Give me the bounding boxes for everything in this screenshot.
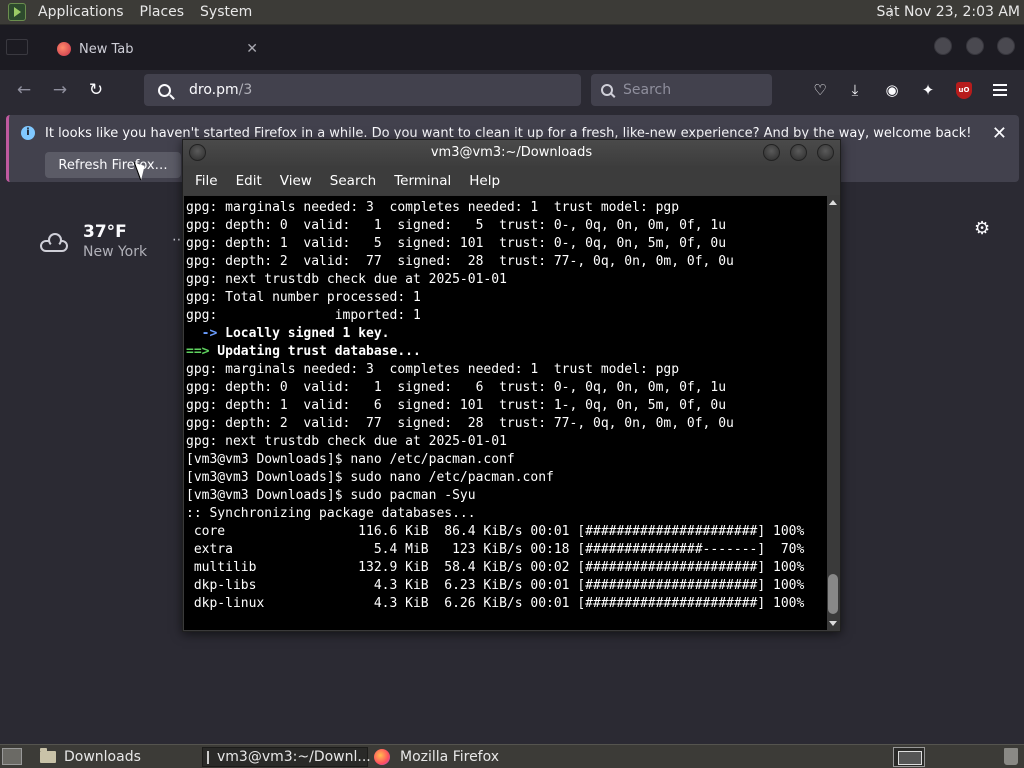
system-menu[interactable]: System	[192, 4, 260, 20]
close-notification-icon[interactable]: ✕	[992, 123, 1007, 144]
info-icon: i	[21, 126, 35, 140]
terminal-line: [vm3@vm3 Downloads]$ sudo nano /etc/pacm…	[186, 470, 554, 485]
account-icon[interactable]: ◉	[880, 78, 904, 102]
terminal-line: extra 5.4 MiB 123 KiB/s 00:18 [#########…	[186, 542, 805, 557]
distro-logo-icon[interactable]	[8, 3, 26, 21]
forward-arrow-icon[interactable]: →	[48, 78, 72, 102]
search-placeholder: Search	[623, 82, 672, 98]
terminal-title: vm3@vm3:~/Downloads	[430, 145, 593, 160]
terminal-line: gpg: depth: 2 valid: 77 signed: 28 trust…	[186, 416, 734, 431]
window-menu-button[interactable]	[189, 144, 206, 161]
close-button[interactable]	[817, 144, 834, 161]
menu-view[interactable]: View	[271, 173, 321, 189]
terminal-line: dkp-linux 4.3 KiB 6.26 KiB/s 00:01 [####…	[186, 596, 805, 611]
tab-new-tab[interactable]: New Tab ✕	[45, 34, 270, 64]
clock[interactable]: Sat Nov 23, 2:03 AM	[877, 4, 1020, 20]
maximize-window-button[interactable]	[966, 37, 984, 55]
workspace-switcher[interactable]	[893, 747, 925, 767]
scroll-up-icon[interactable]	[829, 200, 837, 205]
weather-city: New York	[83, 244, 148, 260]
back-arrow-icon[interactable]: ←	[12, 78, 36, 102]
terminal-scrollbar[interactable]	[827, 196, 839, 630]
scrollbar-thumb[interactable]	[828, 574, 838, 614]
terminal-text: gpg: marginals needed: 3 completes neede…	[184, 196, 827, 613]
taskbar-item-firefox[interactable]: Mozilla Firefox	[370, 747, 532, 767]
firefox-favicon-icon	[57, 42, 71, 56]
terminal-line: gpg: Total number processed: 1	[186, 290, 421, 305]
minimize-button[interactable]	[763, 144, 780, 161]
terminal-window[interactable]: vm3@vm3:~/Downloads File Edit View Searc…	[182, 139, 841, 632]
close-window-button[interactable]	[997, 37, 1015, 55]
firefox-tab-bar: New Tab ✕	[0, 25, 1024, 70]
terminal-line: gpg: marginals needed: 3 completes neede…	[186, 362, 680, 377]
terminal-line: [vm3@vm3 Downloads]$ nano /etc/pacman.co…	[186, 452, 515, 467]
terminal-line: gpg: depth: 1 valid: 6 signed: 101 trust…	[186, 398, 727, 413]
scroll-down-icon[interactable]	[829, 621, 837, 626]
terminal-title-bar[interactable]: vm3@vm3:~/Downloads	[183, 140, 840, 166]
terminal-line: gpg: depth: 1 valid: 5 signed: 101 trust…	[186, 236, 727, 251]
trash-icon[interactable]	[1004, 748, 1018, 765]
show-desktop-icon[interactable]	[2, 748, 22, 765]
terminal-line: gpg: next trustdb check due at 2025-01-0…	[186, 434, 507, 449]
applications-menu[interactable]: Applications	[30, 4, 132, 20]
taskbar-item-terminal[interactable]: vm3@vm3:~/Downl...	[202, 747, 371, 767]
terminal-line: gpg: imported: 1	[186, 308, 421, 323]
menu-terminal[interactable]: Terminal	[385, 173, 460, 189]
minimize-window-button[interactable]	[934, 37, 952, 55]
extensions-icon[interactable]: ✦	[916, 78, 940, 102]
top-panel: Applications Places System Sat Nov 23, 2…	[0, 0, 1024, 25]
menu-search[interactable]: Search	[321, 173, 385, 189]
search-bar[interactable]: Search	[591, 74, 772, 106]
terminal-line: gpg: depth: 0 valid: 1 signed: 6 trust: …	[186, 380, 727, 395]
terminal-line: gpg: depth: 2 valid: 77 signed: 28 trust…	[186, 254, 734, 269]
weather-temperature: 37°F	[83, 222, 127, 242]
terminal-line: dkp-libs 4.3 KiB 6.23 KiB/s 00:01 [#####…	[186, 578, 805, 593]
terminal-line: -> Locally signed 1 key.	[186, 326, 390, 341]
terminal-line: gpg: depth: 0 valid: 1 signed: 5 trust: …	[186, 218, 727, 233]
terminal-line: gpg: next trustdb check due at 2025-01-0…	[186, 272, 507, 287]
terminal-menubar: File Edit View Search Terminal Help	[183, 166, 840, 195]
menu-file[interactable]: File	[186, 173, 227, 189]
terminal-line: multilib 132.9 KiB 58.4 KiB/s 00:02 [###…	[186, 560, 805, 575]
places-menu[interactable]: Places	[132, 4, 193, 20]
bottom-panel: Downloads vm3@vm3:~/Downl... Mozilla Fir…	[0, 744, 1024, 768]
url-bar[interactable]: dro.pm/3	[144, 74, 581, 106]
tab-overview-icon[interactable]	[6, 39, 28, 55]
close-tab-icon[interactable]: ✕	[246, 41, 258, 57]
firefox-icon	[374, 749, 390, 765]
menu-help[interactable]: Help	[460, 173, 509, 189]
tab-title: New Tab	[79, 41, 134, 57]
search-icon	[158, 83, 171, 97]
cloud-icon	[40, 232, 70, 252]
menu-edit[interactable]: Edit	[227, 173, 271, 189]
search-icon	[601, 84, 613, 96]
maximize-button[interactable]	[790, 144, 807, 161]
terminal-line: core 116.6 KiB 86.4 KiB/s 00:01 [#######…	[186, 524, 805, 539]
terminal-line: [vm3@vm3 Downloads]$ sudo pacman -Syu	[186, 488, 476, 503]
pocket-icon[interactable]: ♡	[808, 78, 832, 102]
terminal-line: ==> Updating trust database...	[186, 344, 421, 359]
url-text[interactable]: dro.pm/3	[189, 82, 252, 98]
app-menu-icon[interactable]	[988, 78, 1012, 102]
gear-icon[interactable]: ⚙	[974, 218, 990, 239]
firefox-nav-bar: ← → ↻ dro.pm/3 Search ♡ ⤓ ◉ ✦ uO	[0, 70, 1024, 110]
folder-icon	[40, 748, 56, 763]
terminal-line: gpg: marginals needed: 3 completes neede…	[186, 200, 680, 215]
reload-icon[interactable]: ↻	[84, 78, 108, 102]
ublock-origin-icon[interactable]: uO	[952, 78, 976, 102]
taskbar-item-downloads[interactable]: Downloads	[36, 747, 198, 767]
terminal-icon	[207, 750, 209, 764]
refresh-firefox-button[interactable]: Refresh Firefox…	[45, 152, 181, 178]
terminal-output[interactable]: gpg: marginals needed: 3 completes neede…	[184, 196, 827, 630]
weather-widget[interactable]: 37°F New York ⋯	[40, 222, 186, 260]
downloads-icon[interactable]: ⤓	[843, 78, 867, 102]
terminal-line: :: Synchronizing package databases...	[186, 506, 476, 521]
